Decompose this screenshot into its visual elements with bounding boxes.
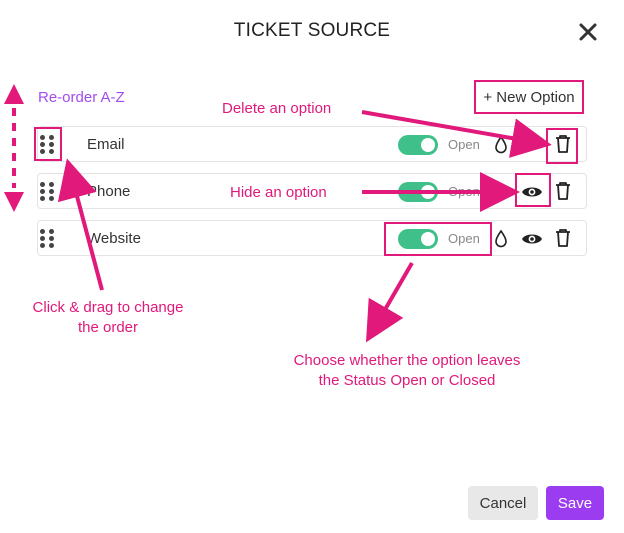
annotation-status-line1: Choose whether the option leaves (293, 352, 521, 369)
status-label: Open (448, 184, 480, 199)
annotation-drag: Click & drag to change the order (8, 298, 208, 338)
status-toggle[interactable] (398, 135, 438, 155)
option-name: Phone (87, 183, 131, 200)
status-toggle[interactable] (398, 229, 438, 249)
annotation-status-line2: the Status Open or Closed (318, 372, 496, 389)
close-icon[interactable] (576, 20, 600, 44)
droplet-icon[interactable] (494, 136, 508, 154)
annotation-delete: Delete an option (222, 100, 332, 117)
save-button[interactable]: Save (546, 486, 604, 520)
drag-handle-icon[interactable] (40, 135, 58, 155)
option-name: Website (87, 230, 141, 247)
status-toggle[interactable] (398, 182, 438, 202)
reorder-az-link[interactable]: Re-order A-Z (38, 89, 125, 106)
eye-icon[interactable] (521, 183, 543, 201)
drag-handle-icon[interactable] (40, 182, 58, 202)
cancel-button[interactable]: Cancel (468, 486, 538, 520)
dialog-title: TICKET SOURCE (233, 20, 391, 41)
eye-icon[interactable] (521, 136, 543, 154)
annotation-status: Choose whether the option leaves the Sta… (262, 351, 552, 391)
status-label: Open (448, 137, 480, 152)
droplet-icon[interactable] (494, 183, 508, 201)
option-name: Email (87, 136, 125, 153)
trash-icon[interactable] (554, 228, 572, 248)
trash-icon[interactable] (554, 134, 572, 154)
droplet-icon[interactable] (494, 230, 508, 248)
new-option-button[interactable]: + New Option (474, 80, 584, 114)
option-row-email: Email Open (37, 126, 587, 162)
eye-icon[interactable] (521, 230, 543, 248)
trash-icon[interactable] (554, 181, 572, 201)
annotation-drag-line1: Click & drag to change (32, 299, 184, 316)
annotation-drag-line2: the order (77, 319, 139, 336)
drag-handle-icon[interactable] (40, 229, 58, 249)
status-label: Open (448, 231, 480, 246)
annotation-hide: Hide an option (230, 184, 327, 201)
option-row-website: Website Open (37, 220, 587, 256)
